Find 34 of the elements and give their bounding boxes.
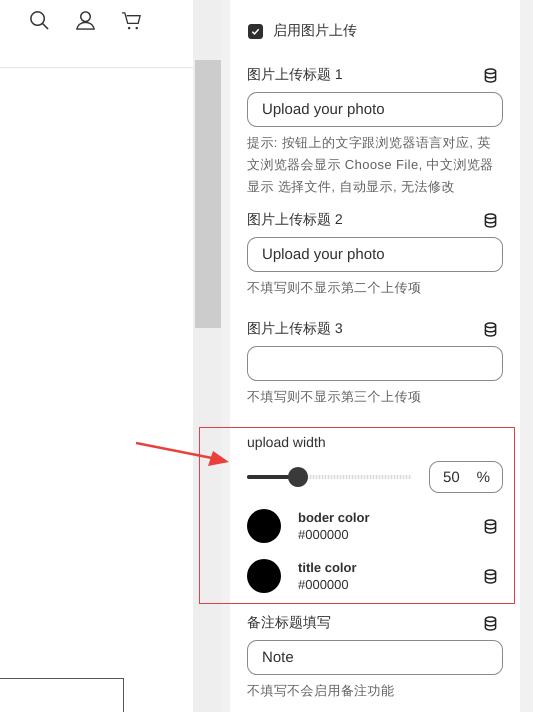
- field-label: 图片上传标题 3: [247, 320, 343, 338]
- database-icon[interactable]: [484, 568, 497, 584]
- color-swatch[interactable]: [247, 509, 281, 543]
- checkbox[interactable]: [248, 24, 263, 38]
- search-icon[interactable]: [29, 10, 50, 31]
- color-value: #000000: [298, 526, 350, 543]
- database-icon[interactable]: [484, 616, 497, 630]
- color-swatch[interactable]: [247, 559, 281, 593]
- slider-label: upload width: [247, 434, 327, 452]
- text-field[interactable]: [247, 346, 503, 381]
- user-icon[interactable]: [75, 10, 96, 31]
- color-value: #000000: [298, 576, 350, 593]
- hint-text: 不填写不会启用备注功能: [247, 682, 396, 700]
- text-field[interactable]: Upload your photo: [247, 92, 503, 127]
- slider-track[interactable]: [247, 467, 412, 487]
- cart-icon[interactable]: [121, 10, 142, 31]
- hint-text: 提示: 按钮上的文字跟浏览器语言对应, 英文浏览器会显示 Choose File, 中文浏览器显示 选择文件, 自动显示, 无法修改: [247, 134, 495, 196]
- field-label: 图片上传标题 1: [247, 66, 343, 84]
- database-icon[interactable]: [484, 68, 497, 82]
- number-field[interactable]: 50 %: [429, 461, 503, 493]
- field-label: 图片上传标题 2: [247, 211, 343, 229]
- text-field[interactable]: Note: [247, 640, 503, 675]
- text-field[interactable]: Upload your photo: [247, 237, 503, 272]
- slider-thumb[interactable]: [288, 467, 308, 487]
- hint-text: 不填写则不显示第二个上传项: [247, 279, 422, 297]
- database-icon[interactable]: [484, 212, 497, 228]
- hint-text: 不填写则不显示第三个上传项: [247, 388, 422, 406]
- database-icon[interactable]: [484, 322, 497, 336]
- database-icon[interactable]: [484, 518, 497, 534]
- color-label: title color: [298, 559, 358, 576]
- scrollbar-thumb[interactable]: [195, 60, 221, 328]
- checkbox-label: 启用图片上传: [273, 22, 357, 40]
- field-label: 备注标题填写: [247, 614, 331, 632]
- color-label: boder color: [298, 509, 371, 526]
